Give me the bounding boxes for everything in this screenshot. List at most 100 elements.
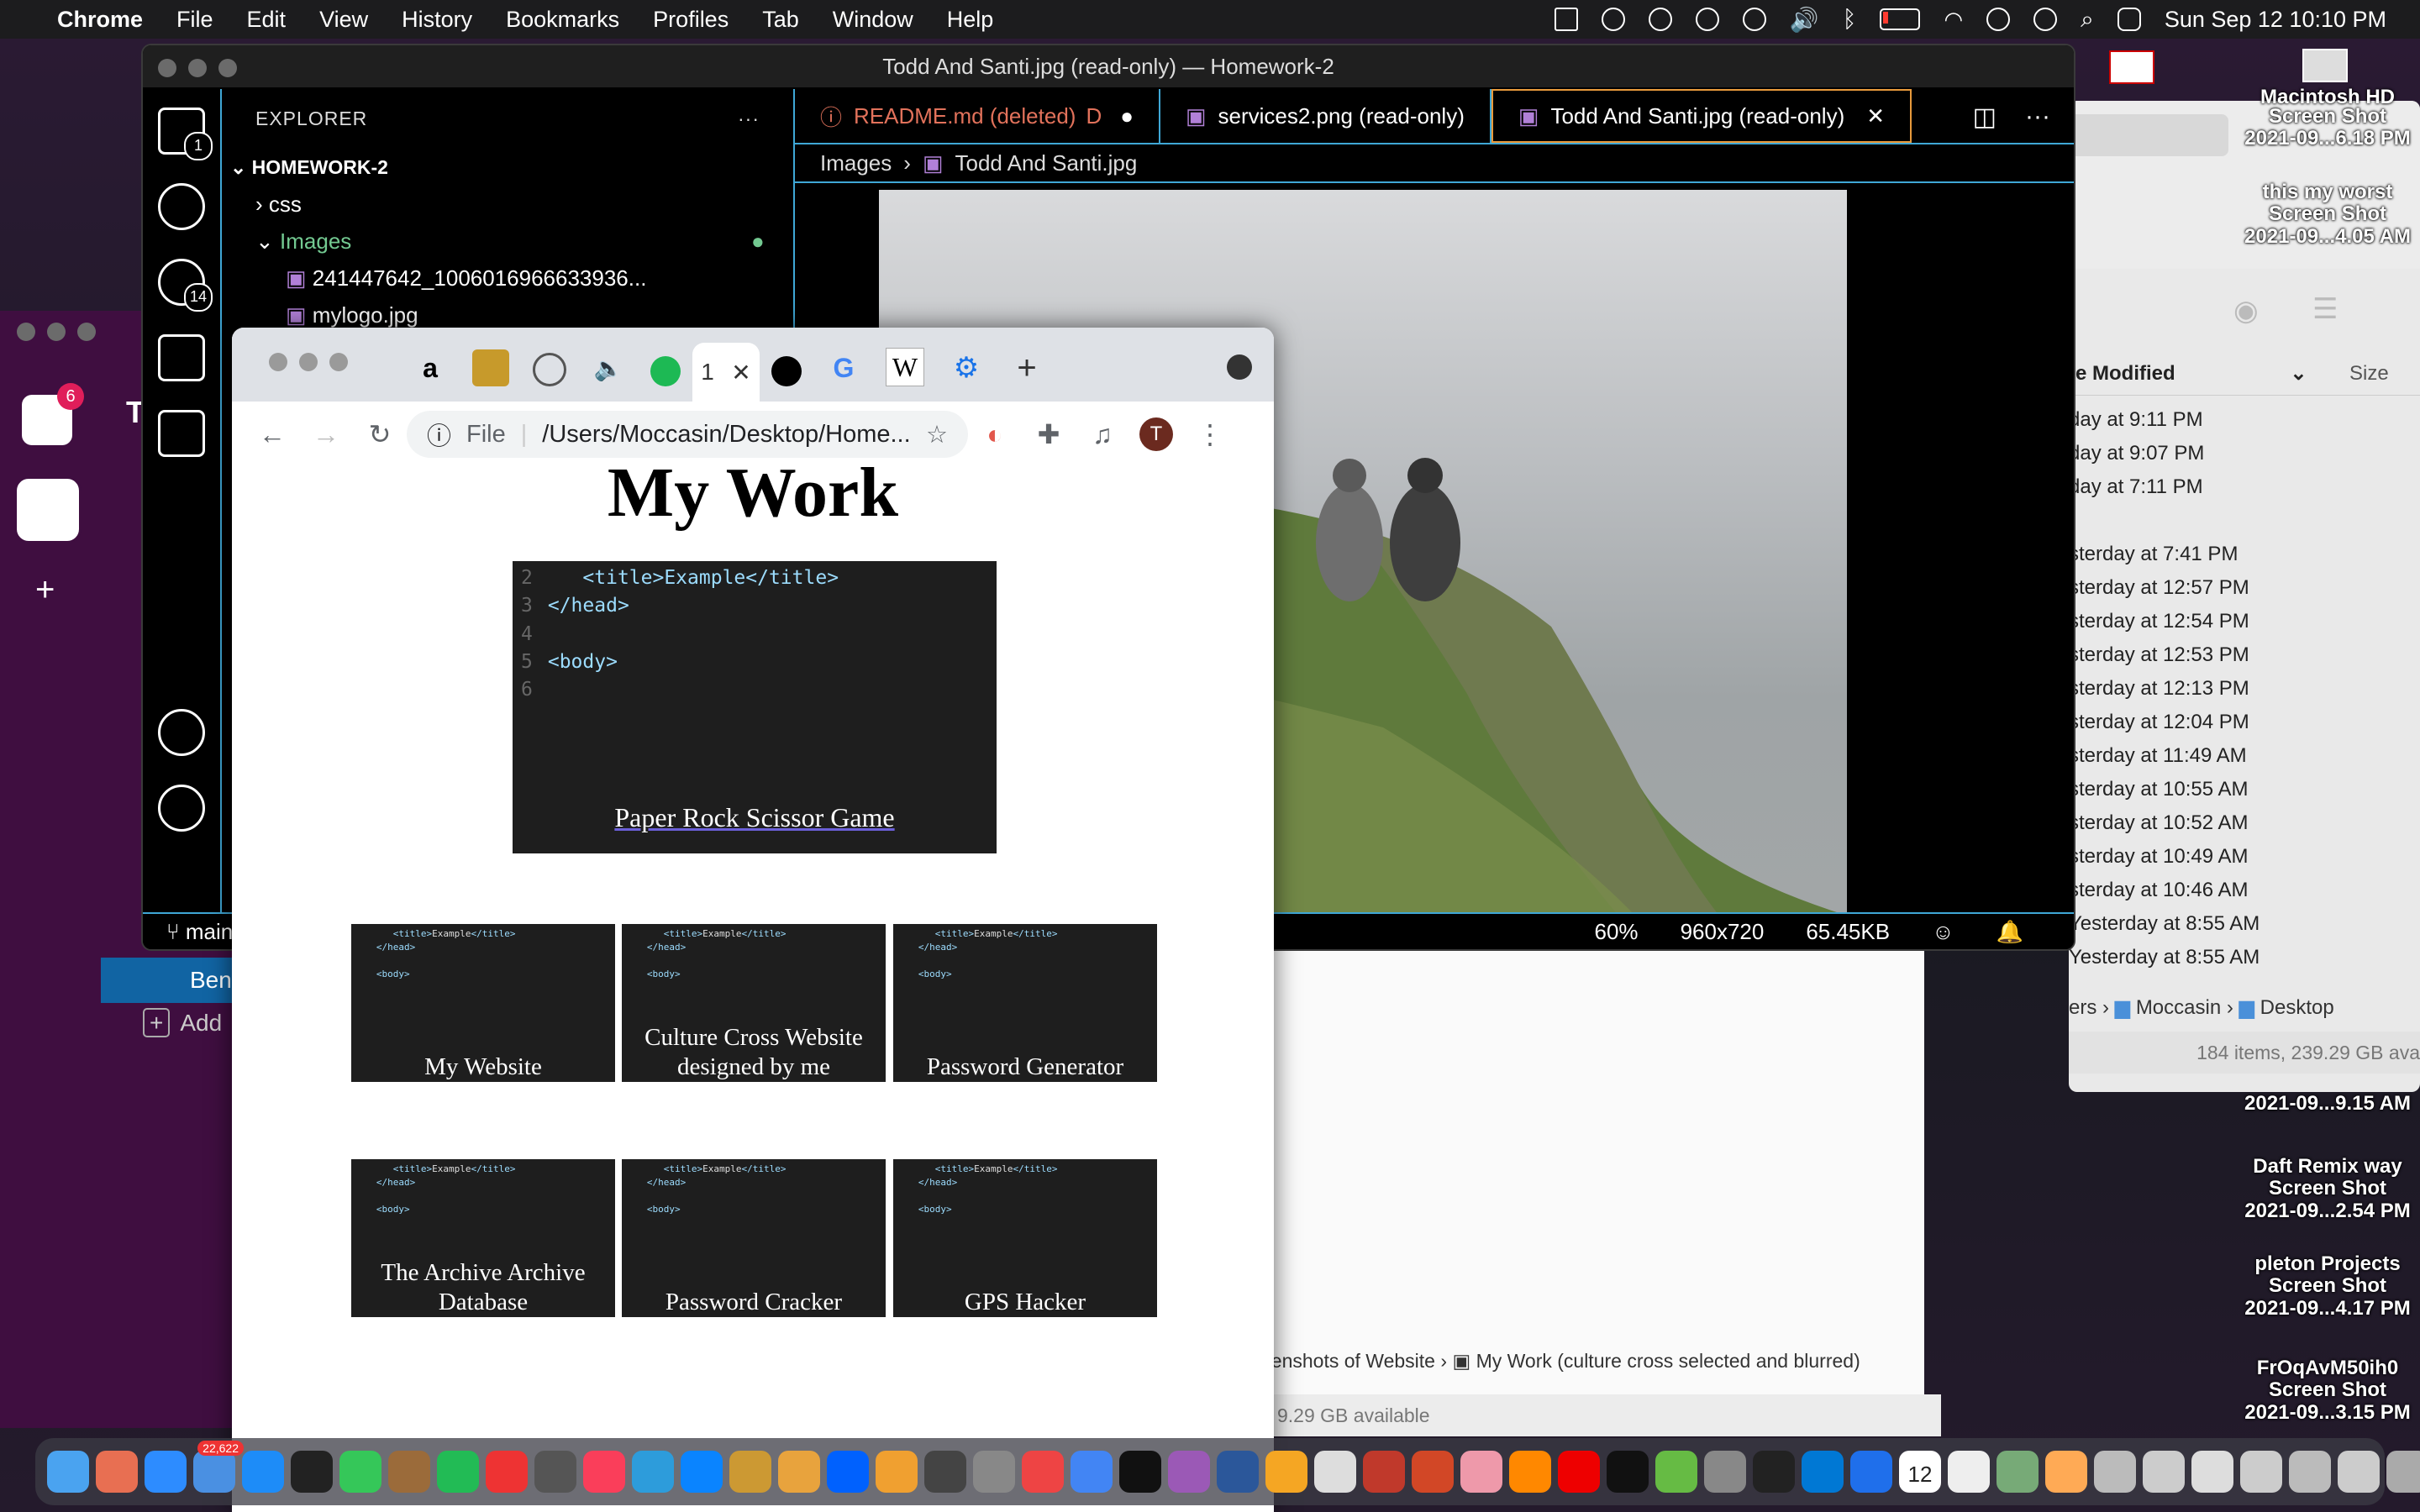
- dock-app-icon[interactable]: [681, 1451, 723, 1493]
- creative-cloud-icon[interactable]: [1601, 8, 1625, 31]
- user-icon[interactable]: [1986, 8, 2011, 31]
- extensions-puzzle-icon[interactable]: ✚: [1032, 417, 1065, 451]
- tab-search-icon[interactable]: [1227, 354, 1252, 380]
- settings-gear-icon[interactable]: [158, 785, 205, 832]
- menu-view[interactable]: View: [319, 7, 368, 33]
- dock-app-icon[interactable]: [729, 1451, 771, 1493]
- zoom-button[interactable]: [218, 59, 237, 77]
- battery-icon[interactable]: [1880, 8, 1921, 30]
- dock-app-icon[interactable]: [778, 1451, 820, 1493]
- reload-icon[interactable]: ↻: [363, 417, 397, 451]
- close-tab-icon[interactable]: ✕: [1866, 103, 1885, 129]
- run-debug-icon[interactable]: [158, 334, 205, 381]
- chrome-menu-icon[interactable]: ⋮: [1193, 417, 1227, 451]
- menu-bookmarks[interactable]: Bookmarks: [506, 7, 619, 33]
- dock-app-icon[interactable]: [1363, 1451, 1405, 1493]
- menubar-clock[interactable]: Sun Sep 12 10:10 PM: [2165, 7, 2386, 33]
- dock-app-icon[interactable]: [339, 1451, 381, 1493]
- zoom-button[interactable]: [329, 353, 348, 371]
- project-card[interactable]: <title>Example</title> </head> <body> My …: [351, 924, 615, 1082]
- dock-app-icon[interactable]: [1412, 1451, 1454, 1493]
- dock-app-icon[interactable]: [973, 1451, 1015, 1493]
- explorer-more-button[interactable]: ···: [738, 108, 760, 130]
- control-center-icon[interactable]: [2117, 8, 2141, 31]
- dock-app-icon[interactable]: [145, 1451, 187, 1493]
- dock-app-icon[interactable]: [2386, 1451, 2420, 1493]
- source-control-icon[interactable]: 14: [158, 259, 213, 312]
- dock-app-icon[interactable]: 22,622: [193, 1441, 244, 1493]
- dock-app-icon[interactable]: [827, 1451, 869, 1493]
- dock-app-icon[interactable]: [1850, 1451, 1892, 1493]
- back-icon[interactable]: ←: [255, 417, 289, 451]
- dock-app-icon[interactable]: [1460, 1451, 1502, 1493]
- dock-app-icon[interactable]: [924, 1451, 966, 1493]
- tab-globe-icon[interactable]: [533, 353, 566, 386]
- dropbox-icon[interactable]: [1554, 8, 1578, 31]
- tab-wikipedia-icon[interactable]: W: [886, 348, 924, 386]
- menu-file[interactable]: File: [176, 7, 213, 33]
- dock-app-icon[interactable]: [2240, 1451, 2282, 1493]
- close-button[interactable]: [269, 353, 287, 371]
- close-button[interactable]: [158, 59, 176, 77]
- add-workspace-icon[interactable]: +: [35, 571, 55, 609]
- editor-more-icon[interactable]: ···: [2025, 102, 2050, 131]
- dock-app-icon[interactable]: [2289, 1451, 2331, 1493]
- dock-app-icon[interactable]: [1168, 1451, 1210, 1493]
- explorer-icon[interactable]: 1: [158, 108, 213, 160]
- project-card[interactable]: <title>Example</title> </head> <body> The…: [351, 1159, 615, 1317]
- menu-tab[interactable]: Tab: [762, 7, 799, 33]
- notifications-bell-icon[interactable]: 🔔: [1996, 919, 2023, 945]
- dock-app-icon[interactable]: [1655, 1451, 1697, 1493]
- dock-app-icon[interactable]: [291, 1451, 333, 1493]
- project-title-link[interactable]: Paper Rock Scissor Game: [513, 801, 997, 833]
- branch-indicator[interactable]: ⑂ main: [166, 919, 233, 945]
- path-segment[interactable]: eenshots of Website: [1260, 1350, 1435, 1372]
- menu-help[interactable]: Help: [947, 7, 994, 33]
- new-tab-button[interactable]: +: [1008, 349, 1045, 386]
- minimize-button[interactable]: [47, 323, 66, 341]
- extension-icon[interactable]: ◐: [978, 417, 1012, 451]
- dock-app-icon[interactable]: [1704, 1451, 1746, 1493]
- tab-amazon-icon[interactable]: a: [412, 349, 449, 386]
- dock-app-icon[interactable]: [2094, 1451, 2136, 1493]
- tab-google-icon[interactable]: G: [825, 349, 862, 386]
- app-menu[interactable]: Chrome: [57, 7, 143, 33]
- spotlight-icon[interactable]: ⌕: [2081, 6, 2094, 34]
- media-control-icon[interactable]: ♫: [1086, 417, 1119, 451]
- project-title[interactable]: GPS Hacker: [893, 1288, 1157, 1317]
- dock-app-icon[interactable]: [388, 1451, 430, 1493]
- project-card[interactable]: <title>Example</title> </head> <body> Cul…: [622, 924, 886, 1082]
- project-title[interactable]: Culture Cross Website designed by me: [622, 1023, 886, 1082]
- tab-todd-and-santi[interactable]: ▣ Todd And Santi.jpg (read-only) ✕: [1491, 89, 1912, 143]
- volume-icon[interactable]: 🔊: [1790, 6, 1819, 34]
- accessibility-icon[interactable]: [1742, 8, 1766, 31]
- dock-app-icon[interactable]: [1753, 1451, 1795, 1493]
- dock-app-icon[interactable]: [1802, 1451, 1844, 1493]
- feedback-icon[interactable]: ☺: [1932, 919, 1954, 945]
- minimize-button[interactable]: [299, 353, 318, 371]
- wifi-icon[interactable]: ◠: [1944, 7, 1963, 33]
- dock-app-icon[interactable]: [1996, 1451, 2039, 1493]
- close-button[interactable]: [17, 323, 35, 341]
- path-segment[interactable]: My Work (culture cross selected and blur…: [1476, 1350, 1860, 1372]
- path-segment[interactable]: ers: [2069, 996, 2096, 1019]
- search-icon[interactable]: [158, 183, 205, 230]
- address-bar[interactable]: ⓘ File | /Users/Moccasin/Desktop/Home...…: [407, 411, 968, 458]
- menu-edit[interactable]: Edit: [247, 7, 287, 33]
- dock-app-icon[interactable]: [1071, 1451, 1113, 1493]
- dock-app-icon[interactable]: [2045, 1451, 2087, 1493]
- tree-root[interactable]: ⌄ HOMEWORK-2: [222, 149, 793, 186]
- dock-app-icon[interactable]: [242, 1451, 284, 1493]
- dock-app-icon[interactable]: [1948, 1451, 1990, 1493]
- tab-settings-icon[interactable]: ⚙: [948, 349, 985, 386]
- project-card[interactable]: <title>Example</title> </head> <body> Pas…: [622, 1159, 886, 1317]
- project-title[interactable]: Password Cracker: [622, 1288, 886, 1317]
- bookmark-star-icon[interactable]: ☆: [926, 420, 948, 449]
- dock-app-icon[interactable]: [2143, 1451, 2185, 1493]
- project-card-featured[interactable]: 2 <title>Example</title> 3 </head> 4 5 <bo…: [513, 561, 997, 853]
- cloud-upload-icon[interactable]: [1648, 8, 1672, 31]
- dock-app-icon[interactable]: [1217, 1451, 1259, 1493]
- tab-home-icon[interactable]: [472, 349, 509, 386]
- dock-app-icon[interactable]: [2191, 1451, 2233, 1493]
- finder-search[interactable]: [2069, 114, 2228, 156]
